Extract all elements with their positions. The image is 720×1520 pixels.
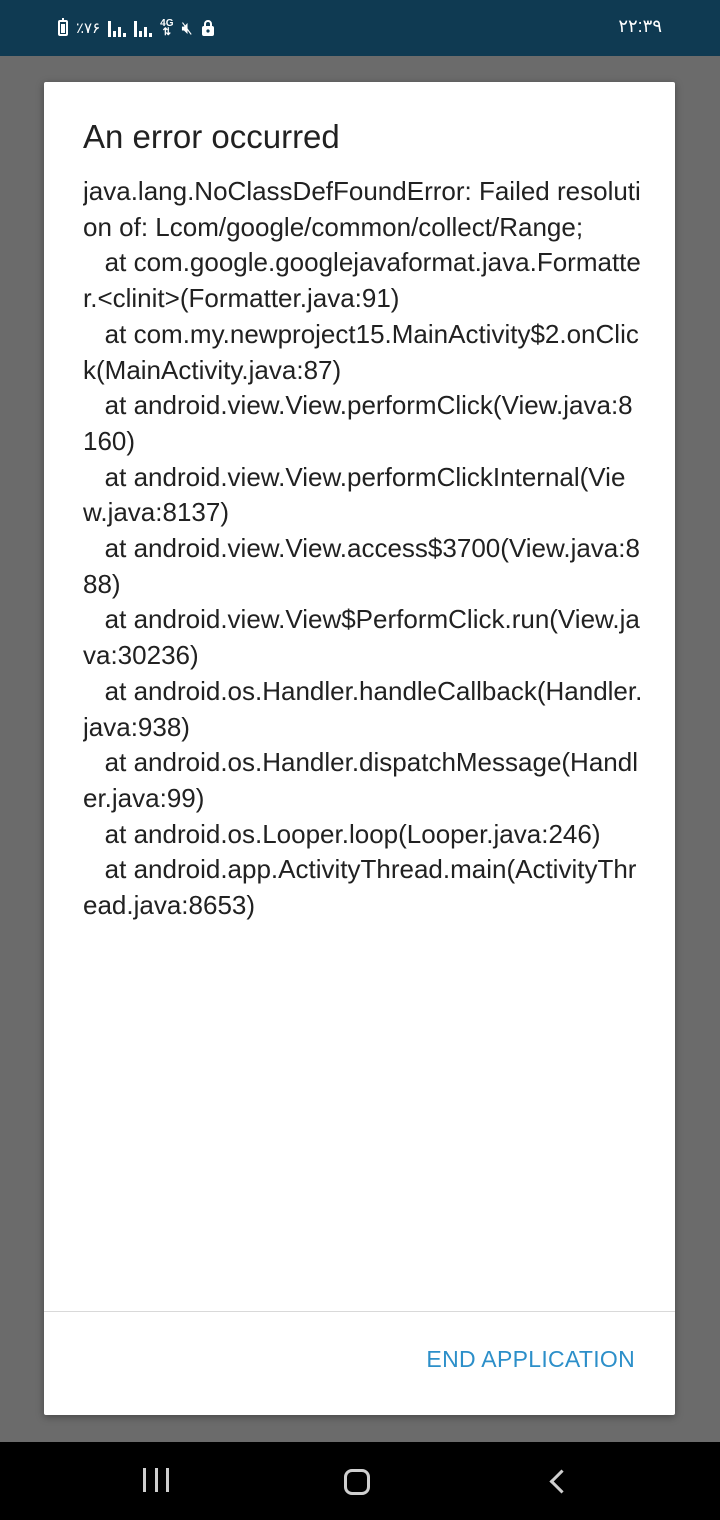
status-bar: ٪۷۶ 4G ⇅ 🔇︎ ۲۲:۳۹ xyxy=(0,0,720,56)
signal-icon xyxy=(134,19,153,37)
battery-icon xyxy=(58,18,68,36)
navigation-bar xyxy=(0,1442,720,1520)
recents-icon[interactable] xyxy=(143,1468,169,1494)
error-dialog: An error occurred java.lang.NoClassDefFo… xyxy=(44,82,675,1415)
back-icon[interactable] xyxy=(549,1469,574,1494)
mute-icon: 🔇︎ xyxy=(181,18,193,38)
battery-percent: ٪۷۶ xyxy=(76,20,101,37)
network-4g-icon: 4G ⇅ xyxy=(160,18,174,38)
dialog-divider xyxy=(44,1311,675,1312)
dialog-message-scroll[interactable]: java.lang.NoClassDefFoundError: Failed r… xyxy=(83,174,643,1312)
signal-icon xyxy=(108,19,127,37)
end-application-button[interactable]: END APPLICATION xyxy=(426,1346,635,1373)
clock: ۲۲:۳۹ xyxy=(618,16,662,36)
lock-icon xyxy=(201,20,214,36)
status-icons: ٪۷۶ 4G ⇅ 🔇︎ xyxy=(58,16,215,40)
dialog-title: An error occurred xyxy=(83,118,340,155)
error-stack-trace: java.lang.NoClassDefFoundError: Failed r… xyxy=(83,176,643,921)
home-icon[interactable] xyxy=(344,1469,370,1495)
